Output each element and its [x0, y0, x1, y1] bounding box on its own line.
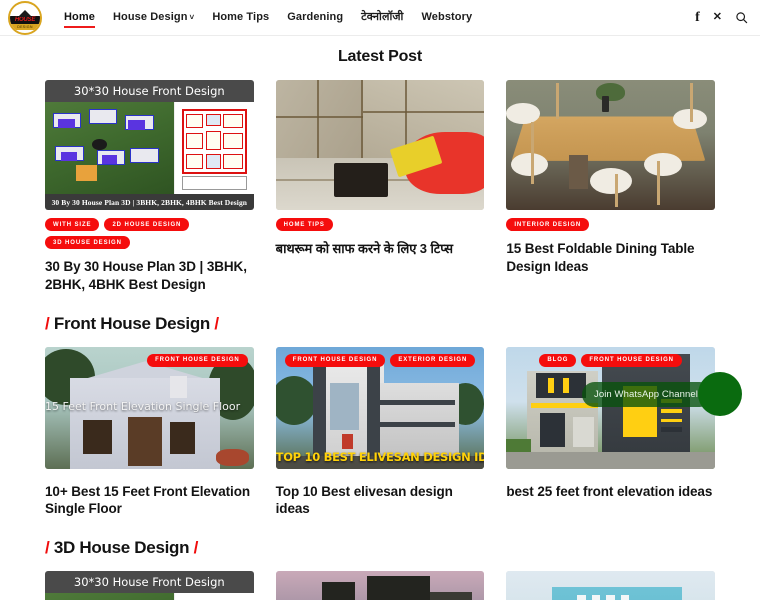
post-thumbnail[interactable] [275, 80, 485, 210]
twitter-x-glyph: ✕ [712, 11, 722, 23]
section-heading-label: 3D House Design [53, 538, 190, 558]
nav-label-house-design: House Design [112, 10, 188, 23]
bathroom-cleaning-image [275, 80, 485, 210]
logo-bottom-text: DESIGN [10, 24, 40, 30]
nav-item-webstory[interactable]: Webstory [422, 11, 473, 25]
post-card[interactable]: 30*30 House Front Design [45, 80, 254, 294]
nav-item-home[interactable]: Home [64, 10, 95, 28]
nav-label-home-tips: Home Tips [212, 10, 270, 23]
blue-front-elevation-image [506, 571, 715, 600]
modern-dark-villa-image [275, 571, 485, 600]
tag-chip[interactable]: 2D HOUSE DESIGN [104, 218, 190, 231]
post-thumbnail[interactable]: 30*30 House Front Design [45, 571, 254, 600]
whatsapp-channel-widget[interactable]: Join WhatsApp Channel [581, 372, 742, 416]
logo-mid-text: HOUSE [10, 16, 40, 24]
plan-3d-render [45, 102, 175, 194]
facebook-glyph: f [695, 9, 700, 25]
image-banner-text: 30*30 House Front Design [45, 80, 254, 102]
tag-chip[interactable]: FRONT HOUSE DESIGN [147, 353, 248, 367]
slash-right: / [193, 538, 199, 558]
post-title[interactable]: 10+ Best 15 Feet Front Elevation Single … [45, 483, 254, 519]
plan-3d-render [45, 593, 175, 600]
post-thumbnail[interactable]: 30*30 House Front Design [45, 80, 254, 210]
site-header: HOUSE DESIGN Home House Design ˅ Home Tip… [0, 0, 760, 36]
post-thumbnail[interactable] [506, 80, 715, 210]
twitter-x-icon[interactable]: ✕ [713, 12, 722, 23]
whatsapp-icon[interactable] [698, 372, 742, 416]
post-card[interactable] [275, 571, 485, 600]
site-logo[interactable]: HOUSE DESIGN [8, 0, 42, 35]
nav-item-home-tips[interactable]: Home Tips [212, 11, 269, 25]
post-card[interactable] [506, 571, 715, 600]
tag-chip[interactable]: BLOG [539, 353, 577, 367]
section-heading-front-house-design: / Front House Design / [45, 314, 715, 334]
section-heading-label: Front House Design [53, 313, 210, 333]
nav-label-technology: टेक्नोलॉजी [361, 11, 404, 23]
nav-label-home: Home [64, 10, 95, 23]
post-tags-overlay: FRONT HOUSE DESIGN EXTERIOR DESIGN [276, 353, 485, 367]
floor-plan-drawing [174, 593, 254, 600]
image-caption-text: 15 Feet Front Elevation Single Floor [45, 400, 241, 414]
post-tags: HOME TIPS [275, 218, 485, 231]
post-tags-overlay: FRONT HOUSE DESIGN [45, 353, 254, 367]
post-thumbnail[interactable] [506, 571, 715, 600]
foldable-dining-table-image [506, 80, 715, 210]
nav-item-technology[interactable]: टेक्नोलॉजी [361, 9, 403, 26]
nav-label-gardening: Gardening [287, 10, 344, 23]
post-title[interactable]: बाथरूम को साफ करने के लिए 3 टिप्स [276, 240, 485, 257]
post-title[interactable]: Top 10 Best elivesan design ideas [276, 483, 485, 519]
post-tags-overlay: BLOG FRONT HOUSE DESIGN [506, 353, 715, 367]
tag-chip[interactable]: INTERIOR DESIGN [506, 218, 590, 231]
latest-post-grid: 30*30 House Front Design 30 By 30 House … [45, 80, 715, 294]
post-title[interactable]: 30 By 30 House Plan 3D | 3BHK, 2BHK, 4BH… [45, 258, 254, 294]
image-caption-text: 30 By 30 House Plan 3D | 3BHK, 2BHK, 4BH… [45, 194, 254, 210]
post-title[interactable]: 15 Best Foldable Dining Table Design Ide… [506, 240, 715, 276]
image-banner-text: 30*30 House Front Design [45, 571, 254, 594]
logo-house-icon [10, 5, 40, 17]
tag-chip[interactable]: WITH SIZE [45, 218, 100, 231]
slash-left: / [45, 538, 50, 558]
nav-label-webstory: Webstory [421, 10, 473, 23]
whatsapp-channel-label[interactable]: Join WhatsApp Channel [581, 381, 712, 407]
post-card[interactable]: HOME TIPS बाथरूम को साफ करने के लिए 3 टि… [275, 80, 485, 294]
nav-item-gardening[interactable]: Gardening [287, 11, 343, 25]
post-card[interactable]: INTERIOR DESIGN 15 Best Foldable Dining … [506, 80, 715, 294]
slash-left: / [45, 313, 50, 333]
header-actions: f ✕ [695, 9, 748, 25]
main-navigation: Home House Design ˅ Home Tips Gardening ट… [64, 9, 473, 28]
post-card[interactable]: TOP 10 BEST ELIVESAN DESIGN IDEAS FRONT … [275, 346, 485, 519]
main-content: Latest Post 30*30 House Front Design 30 … [0, 48, 760, 600]
post-thumbnail[interactable]: TOP 10 BEST ELIVESAN DESIGN IDEAS FRONT … [275, 346, 485, 469]
house-plan-3d-image: 30*30 House Front Design [45, 80, 254, 210]
tag-chip[interactable]: EXTERIOR DESIGN [390, 353, 476, 367]
tag-chip[interactable]: HOME TIPS [275, 218, 333, 231]
post-title[interactable]: best 25 feet front elevation ideas [506, 483, 715, 501]
search-icon[interactable] [735, 11, 748, 24]
section-heading-3d-house-design: / 3D House Design / [45, 538, 715, 558]
floor-plan-drawing [174, 102, 254, 194]
tag-chip[interactable]: FRONT HOUSE DESIGN [284, 353, 386, 367]
tag-chip[interactable]: FRONT HOUSE DESIGN [581, 353, 682, 367]
post-card[interactable]: 15 Feet Front Elevation Single Floor FRO… [45, 346, 254, 519]
chevron-down-icon: ˅ [189, 12, 195, 22]
3d-house-design-grid: 30*30 House Front Design [45, 571, 715, 600]
house-plan-3d-image: 30*30 House Front Design [45, 571, 254, 600]
nav-item-house-design[interactable]: House Design ˅ [113, 11, 194, 25]
post-thumbnail[interactable] [275, 571, 485, 600]
post-card[interactable]: 30*30 House Front Design [45, 571, 254, 600]
post-tags: WITH SIZE 2D HOUSE DESIGN 3D HOUSE DESIG… [45, 218, 254, 249]
post-thumbnail[interactable]: 15 Feet Front Elevation Single Floor FRO… [45, 346, 254, 469]
image-caption-text: TOP 10 BEST ELIVESAN DESIGN IDEAS [275, 449, 485, 464]
post-tags: INTERIOR DESIGN [506, 218, 715, 231]
slash-right: / [214, 313, 219, 333]
latest-post-heading: Latest Post [337, 48, 423, 65]
facebook-icon[interactable]: f [695, 9, 700, 25]
tag-chip[interactable]: 3D HOUSE DESIGN [45, 236, 130, 249]
